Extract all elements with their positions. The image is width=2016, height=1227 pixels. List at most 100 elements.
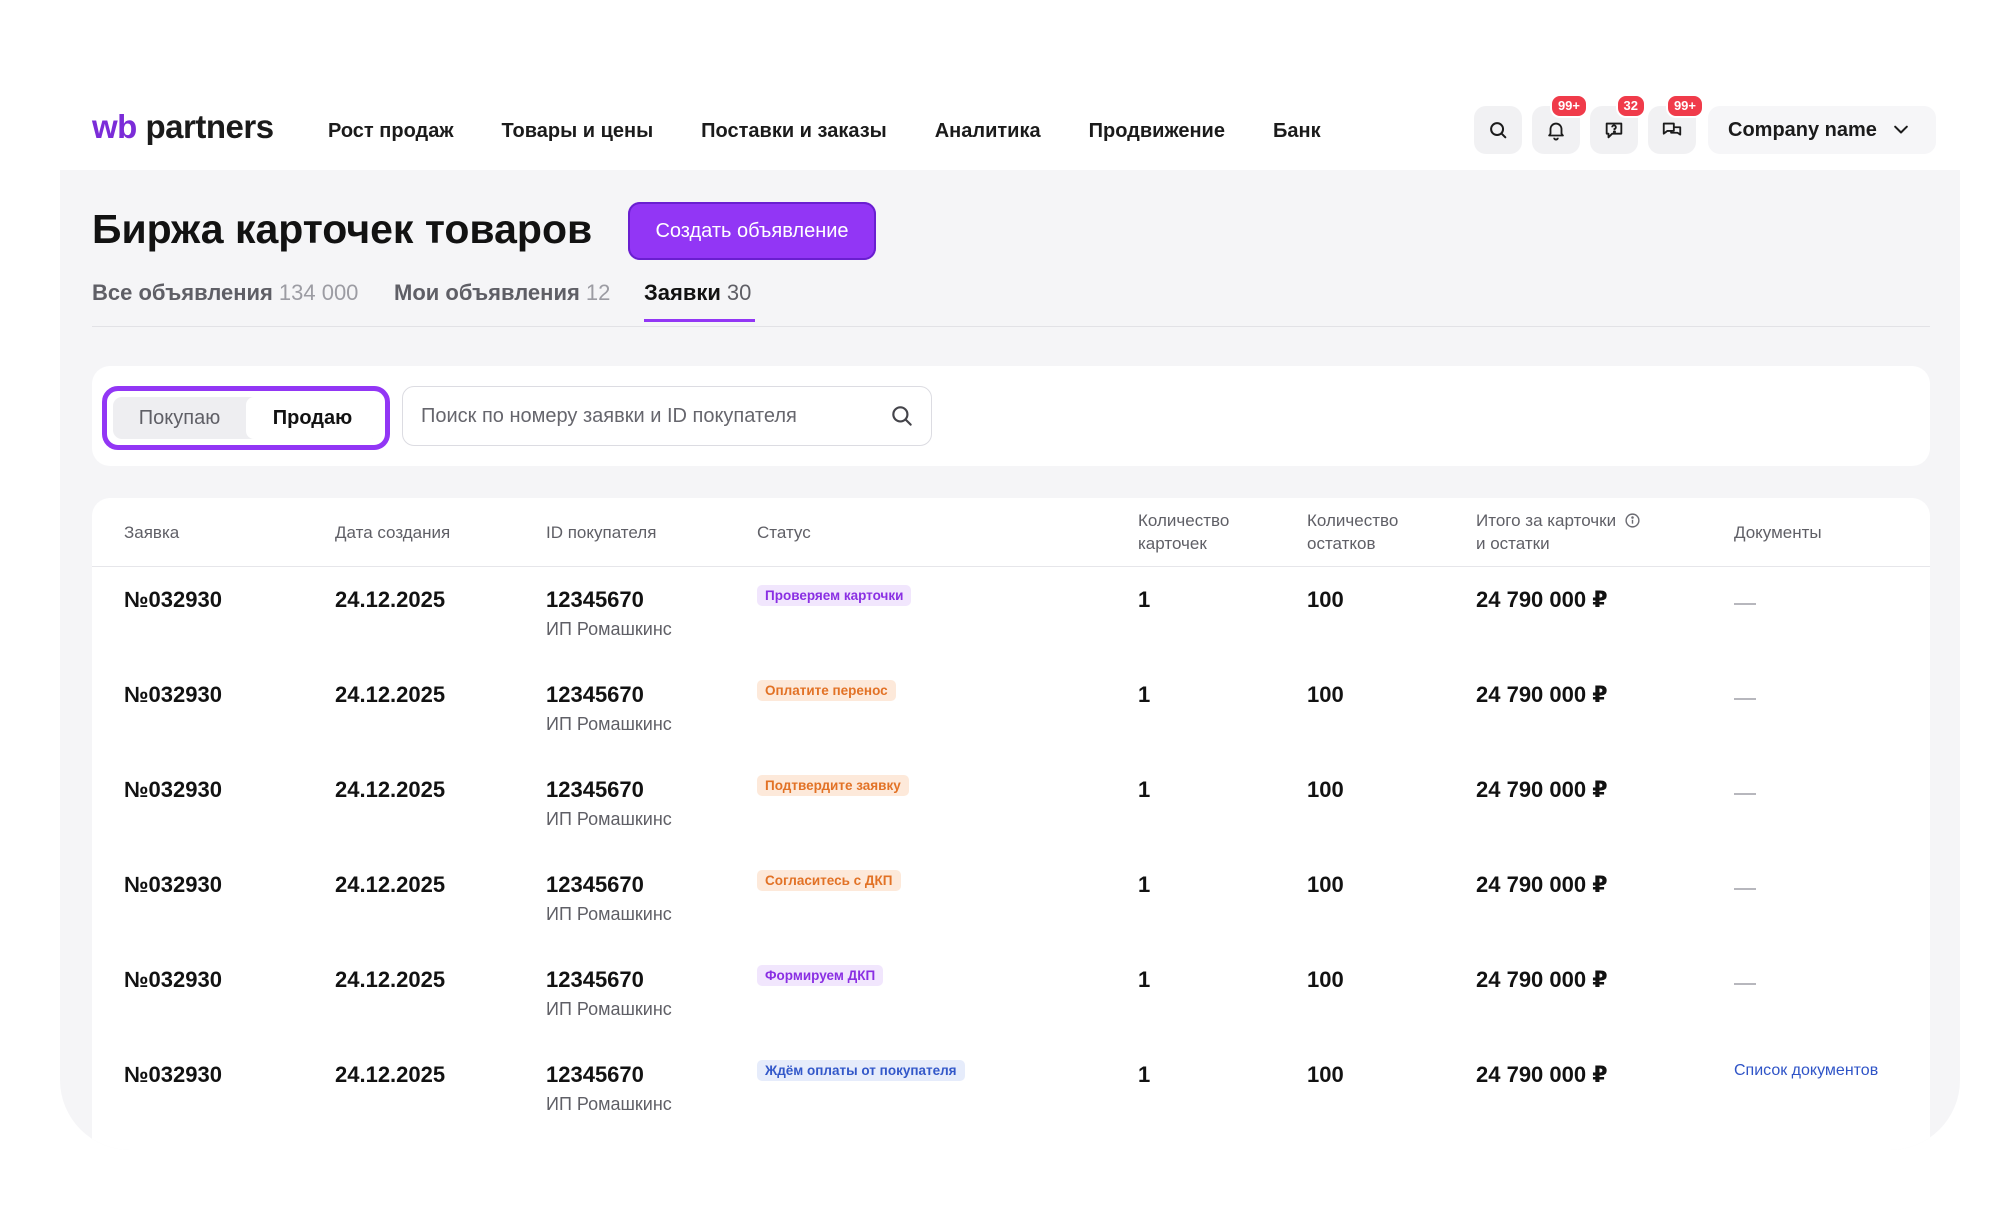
tab-requests[interactable]: Заявки 30 bbox=[644, 280, 756, 322]
stock-count: 100 bbox=[1307, 1062, 1344, 1087]
created-date: 24.12.2025 bbox=[335, 682, 446, 707]
company-name: Company name bbox=[1728, 118, 1877, 141]
chats-button[interactable]: 99+ bbox=[1648, 94, 1704, 154]
stock-count: 100 bbox=[1307, 587, 1344, 612]
table-row[interactable]: №032930 24.12.2025 12345670 ИП Ромашкинс … bbox=[92, 852, 1930, 947]
tabs: Все объявления 134 000 Мои объявления 12 З… bbox=[92, 280, 1930, 327]
created-date: 24.12.2025 bbox=[335, 872, 446, 897]
stock-count: 100 bbox=[1307, 682, 1344, 707]
documents-empty bbox=[1734, 603, 1756, 605]
col-documents: Документы bbox=[1734, 522, 1822, 542]
buyer-name: ИП Ромашкинс bbox=[546, 809, 672, 829]
col-stock-line1: Количество bbox=[1307, 511, 1399, 530]
buyer-cell: 12345670 ИП Ромашкинс bbox=[546, 967, 672, 1020]
table-row[interactable]: №032930 24.12.2025 12345670 ИП Ромашкинс … bbox=[92, 567, 1930, 662]
search-input[interactable] bbox=[419, 403, 889, 429]
total-amount: 24 790 000 ₽ bbox=[1476, 587, 1608, 612]
created-date: 24.12.2025 bbox=[335, 587, 446, 612]
requests-table: Заявка Дата создания ID покупателя Стату… bbox=[92, 498, 1930, 1150]
table-row[interactable]: №032930 24.12.2025 12345670 ИП Ромашкинс … bbox=[92, 947, 1930, 1042]
col-created-date: Дата создания bbox=[335, 522, 451, 542]
search-icon[interactable] bbox=[889, 403, 915, 429]
tab-label: Все объявления bbox=[92, 280, 273, 305]
request-number[interactable]: №032930 bbox=[124, 587, 222, 613]
documents-empty bbox=[1734, 983, 1756, 985]
documents-list-link[interactable]: Список документов bbox=[1734, 1062, 1878, 1080]
col-total-line1: Итого за карточки bbox=[1476, 511, 1617, 530]
nav-item-bank[interactable]: Банк bbox=[1273, 120, 1321, 143]
cards-count: 1 bbox=[1138, 1062, 1151, 1087]
status-badge: Оплатите перенос bbox=[757, 680, 896, 701]
nav-item-promotion[interactable]: Продвижение bbox=[1089, 120, 1225, 143]
buyer-name: ИП Ромашкинс bbox=[546, 619, 672, 639]
role-segmented-control: Покупаю Продаю bbox=[113, 397, 379, 439]
main-panel: Биржа карточек товаров Создать объявлени… bbox=[60, 170, 1960, 1150]
buyer-id: 12345670 bbox=[546, 587, 644, 612]
request-number[interactable]: №032930 bbox=[124, 967, 222, 993]
col-status: Статус bbox=[757, 522, 811, 542]
segment-buying[interactable]: Покупаю bbox=[113, 397, 246, 439]
documents-empty bbox=[1734, 888, 1756, 890]
main-nav: Рост продаж Товары и цены Поставки и зак… bbox=[328, 120, 1321, 143]
nav-item-analytics[interactable]: Аналитика bbox=[935, 120, 1041, 143]
header-icons: 99+ 32 99+ bbox=[1474, 94, 1704, 154]
buyer-cell: 12345670 ИП Ромашкинс bbox=[546, 682, 672, 735]
tab-my-listings[interactable]: Мои объявления 12 bbox=[394, 280, 610, 306]
nav-item-supplies-orders[interactable]: Поставки и заказы bbox=[701, 120, 887, 143]
total-amount: 24 790 000 ₽ bbox=[1476, 682, 1608, 707]
logo-partners: partners bbox=[136, 108, 274, 145]
table-row[interactable]: №032930 24.12.2025 12345670 ИП Ромашкинс … bbox=[92, 662, 1930, 757]
tab-all-listings[interactable]: Все объявления 134 000 bbox=[92, 280, 358, 306]
status-badge: Ждём оплаты от покупателя bbox=[757, 1060, 965, 1081]
search-icon bbox=[1490, 122, 1507, 139]
created-date: 24.12.2025 bbox=[335, 1062, 446, 1087]
search-button[interactable] bbox=[1474, 106, 1522, 154]
nav-item-goods-prices[interactable]: Товары и цены bbox=[502, 120, 654, 143]
buyer-id: 12345670 bbox=[546, 777, 644, 802]
request-number[interactable]: №032930 bbox=[124, 872, 222, 898]
table-row[interactable]: №032930 24.12.2025 12345670 ИП Ромашкинс … bbox=[92, 1042, 1930, 1137]
created-date: 24.12.2025 bbox=[335, 967, 446, 992]
col-stock-line2: остатков bbox=[1307, 534, 1376, 553]
buyer-cell: 12345670 ИП Ромашкинс bbox=[546, 1062, 672, 1115]
buyer-id: 12345670 bbox=[546, 872, 644, 897]
table-row[interactable]: №032930 24.12.2025 12345670 ИП Ромашкинс … bbox=[92, 757, 1930, 852]
buyer-id: 12345670 bbox=[546, 682, 644, 707]
tab-count: 12 bbox=[585, 280, 611, 305]
col-stock-count: Количество остатков bbox=[1307, 498, 1398, 566]
buyer-name: ИП Ромашкинс bbox=[546, 904, 672, 924]
request-number[interactable]: №032930 bbox=[124, 682, 222, 708]
top-navigation: wb partners Рост продаж Товары и цены По… bbox=[92, 94, 1936, 160]
feedback-badge: 32 bbox=[1615, 94, 1646, 118]
message-question-icon bbox=[1605, 122, 1623, 139]
company-selector[interactable]: Company name bbox=[1708, 106, 1936, 154]
create-listing-button[interactable]: Создать объявление bbox=[628, 202, 876, 260]
search-box bbox=[402, 386, 932, 446]
notifications-badge: 99+ bbox=[1549, 94, 1588, 118]
documents-empty bbox=[1734, 793, 1756, 795]
wb-partners-logo[interactable]: wb partners bbox=[92, 108, 274, 146]
cards-count: 1 bbox=[1138, 682, 1151, 707]
nav-item-sales-growth[interactable]: Рост продаж bbox=[328, 120, 454, 143]
buyer-id: 12345670 bbox=[546, 1062, 644, 1087]
tab-label: Мои объявления bbox=[394, 280, 580, 305]
buyer-cell: 12345670 ИП Ромашкинс bbox=[546, 777, 672, 830]
status-badge: Проверяем карточки bbox=[757, 585, 912, 606]
segment-selling[interactable]: Продаю bbox=[246, 397, 379, 439]
tab-count: 30 bbox=[726, 280, 752, 305]
status-badge: Согласитесь с ДКП bbox=[757, 870, 901, 891]
page-title: Биржа карточек товаров bbox=[92, 206, 593, 252]
documents-empty bbox=[1734, 698, 1756, 700]
col-cards-line1: Количество bbox=[1138, 511, 1230, 530]
col-total: Итого за карточки и остатки bbox=[1476, 498, 1641, 566]
total-amount: 24 790 000 ₽ bbox=[1476, 1062, 1608, 1087]
total-amount: 24 790 000 ₽ bbox=[1476, 967, 1608, 992]
request-number[interactable]: №032930 bbox=[124, 777, 222, 803]
cards-count: 1 bbox=[1138, 777, 1151, 802]
request-number[interactable]: №032930 bbox=[124, 1062, 222, 1088]
role-segment-highlight: Покупаю Продаю bbox=[102, 386, 390, 450]
stock-count: 100 bbox=[1307, 777, 1344, 802]
notifications-button[interactable]: 99+ bbox=[1532, 94, 1588, 154]
feedback-button[interactable]: 32 bbox=[1590, 94, 1646, 154]
info-icon[interactable] bbox=[1624, 512, 1641, 529]
